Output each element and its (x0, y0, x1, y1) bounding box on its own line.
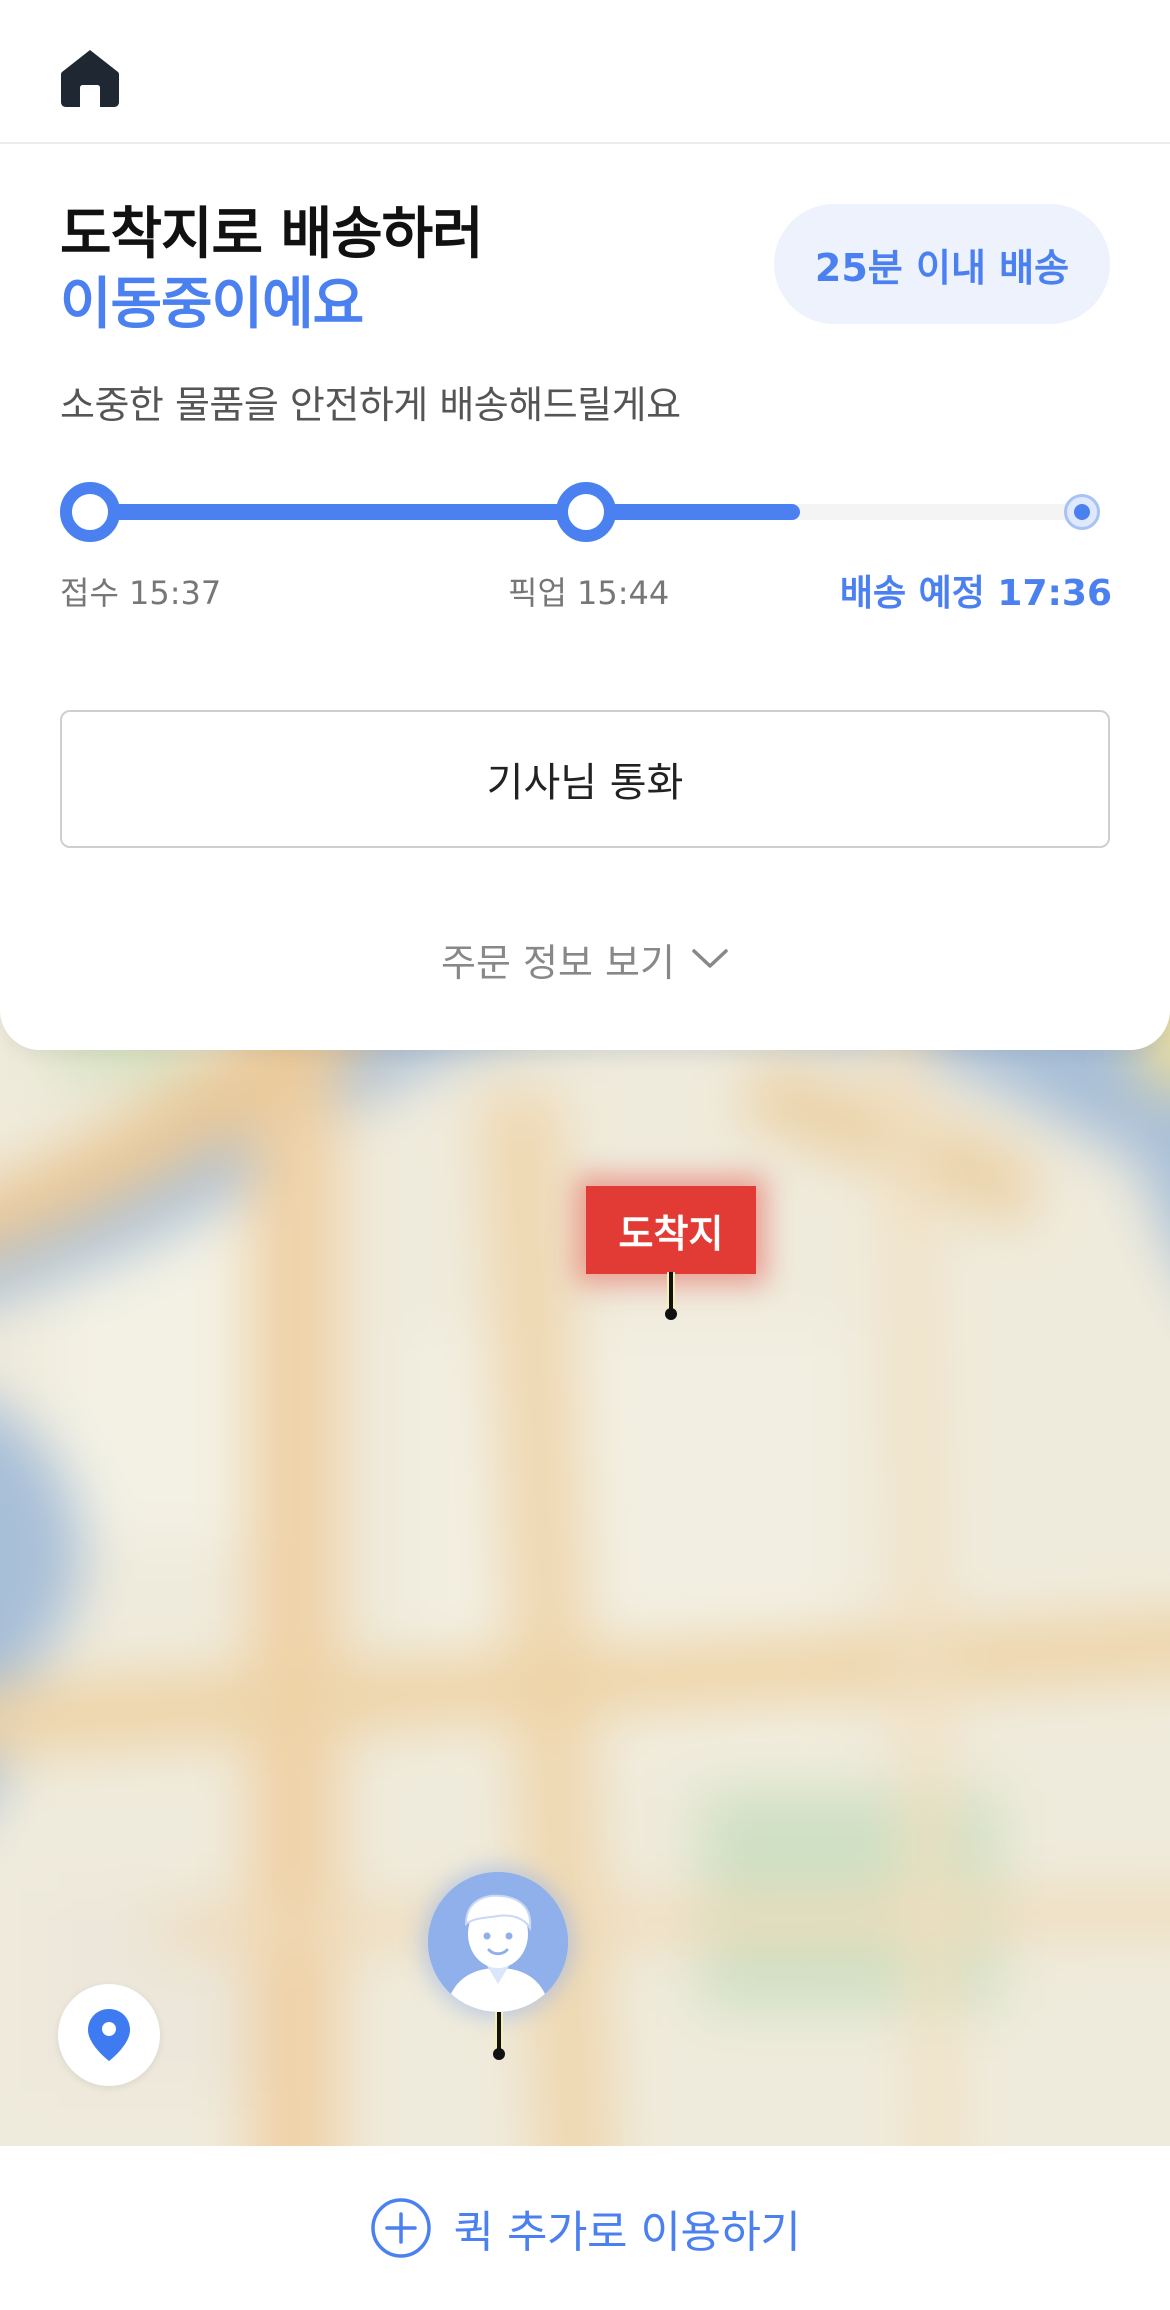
driver-pin-pole (493, 2012, 505, 2060)
top-header (0, 0, 1170, 144)
plus-circle-icon (370, 2198, 431, 2258)
step-dot-pickup (556, 482, 616, 542)
step-dot-delivery (1064, 494, 1100, 530)
status-title: 도착지로 배송하러 (60, 202, 484, 267)
delivery-status-card: 도착지로 배송하러 이동중이에요 25분 이내 배송 소중한 물품을 안전하게 … (0, 144, 1170, 1050)
home-icon[interactable] (58, 46, 122, 110)
map-tiles (0, 990, 1170, 2146)
driver-avatar[interactable] (428, 1872, 568, 2012)
current-location-button[interactable] (58, 1984, 160, 2086)
delivery-progress: 접수 15:37 픽업 15:44 배송 예정 17:36 (60, 480, 1112, 620)
step-label-pickup: 픽업 15:44 (508, 574, 670, 612)
add-quick-delivery-button[interactable]: 퀵 추가로 이용하기 (0, 2146, 1170, 2310)
eta-badge: 25분 이내 배송 (774, 204, 1110, 324)
progress-fill (90, 504, 800, 520)
step-label-received: 접수 15:37 (60, 574, 222, 612)
destination-pin-pole (665, 1272, 677, 1320)
step-dot-received (60, 482, 120, 542)
destination-marker[interactable]: 도착지 (586, 1186, 756, 1274)
add-quick-delivery-label: 퀵 추가로 이용하기 (453, 2207, 801, 2258)
status-title-highlight: 이동중이에요 (60, 272, 364, 337)
map-view[interactable] (0, 990, 1170, 2146)
chevron-down-icon (692, 949, 728, 968)
call-driver-button[interactable]: 기사님 통화 (60, 710, 1110, 848)
location-pin-icon (88, 2009, 130, 2061)
status-subtitle: 소중한 물품을 안전하게 배송해드릴게요 (60, 383, 681, 427)
driver-avatar-icon (428, 1872, 568, 2012)
order-info-label: 주문 정보 보기 (441, 940, 675, 985)
order-info-toggle[interactable]: 주문 정보 보기 (0, 924, 1170, 994)
step-label-delivery: 배송 예정 17:36 (839, 573, 1112, 614)
